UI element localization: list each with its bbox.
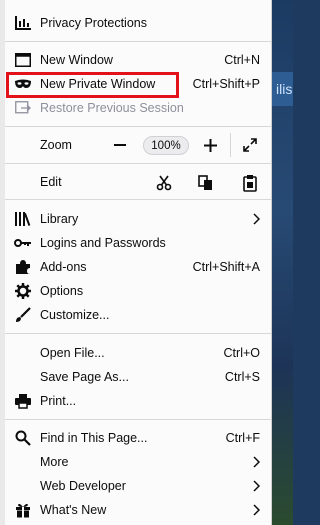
menu-item-save-page-as[interactable]: Save Page As... Ctrl+S	[5, 365, 272, 389]
menu-item-find-in-page[interactable]: Find in This Page... Ctrl+F	[5, 426, 272, 450]
menu-item-shortcut: Ctrl+Shift+A	[192, 260, 260, 274]
menu-item-customize[interactable]: Customize...	[5, 303, 272, 327]
menu-item-label: Library	[40, 212, 79, 226]
menu-item-shortcut: Ctrl+S	[224, 370, 260, 384]
menu-item-label: Add-ons	[40, 260, 87, 274]
separator	[5, 163, 271, 164]
paintbrush-icon	[14, 306, 32, 324]
chevron-right-icon	[253, 456, 260, 468]
edit-row: Edit	[5, 170, 272, 194]
menu-item-addons[interactable]: Add-ons Ctrl+Shift+A	[5, 255, 272, 279]
menu-item-label: Privacy Protections	[40, 16, 147, 30]
menu-item-label: Open File...	[40, 346, 105, 360]
menu-item-shortcut: Ctrl+N	[224, 53, 260, 67]
menu-item-label: What's New	[40, 503, 107, 517]
menu-item-new-window[interactable]: New Window Ctrl+N	[5, 48, 272, 72]
highlight-box	[6, 72, 179, 98]
app-menu-panel: Privacy Protections New Window Ctrl+N Ne…	[5, 0, 272, 525]
clipboard-icon	[243, 175, 257, 192]
chevron-right-icon	[253, 504, 260, 516]
menu-item-shortcut: Ctrl+Shift+P	[192, 77, 260, 91]
restore-session-icon	[14, 99, 32, 117]
minus-icon	[114, 144, 126, 146]
menu-item-label: More	[40, 455, 69, 469]
gift-icon	[14, 501, 32, 519]
gear-icon	[14, 282, 32, 300]
edit-label: Edit	[40, 175, 62, 189]
zoom-reset-button[interactable]: 100%	[143, 136, 189, 155]
menu-item-label: Save Page As...	[40, 370, 129, 384]
menu-item-privacy-protections[interactable]: Privacy Protections	[5, 11, 272, 35]
menu-item-shortcut: Ctrl+F	[225, 431, 260, 445]
separator	[5, 126, 271, 127]
bar-chart-icon	[14, 14, 32, 32]
zoom-in-button[interactable]	[201, 136, 219, 154]
separator	[5, 333, 271, 334]
menu-item-options[interactable]: Options	[5, 279, 272, 303]
menu-item-web-developer[interactable]: Web Developer	[5, 474, 272, 498]
search-icon	[14, 429, 32, 447]
printer-icon	[14, 392, 32, 410]
menu-item-more[interactable]: More	[5, 450, 272, 474]
copy-button[interactable]	[197, 174, 215, 192]
chevron-right-icon	[253, 213, 260, 225]
zoom-row: Zoom	[5, 133, 272, 157]
separator	[5, 419, 271, 420]
fullscreen-button[interactable]	[241, 136, 259, 154]
menu-item-library[interactable]: Library	[5, 207, 272, 231]
library-icon	[14, 210, 32, 228]
zoom-label: Zoom	[40, 138, 72, 152]
menu-item-whats-new[interactable]: What's New	[5, 498, 272, 522]
menu-item-label: Options	[40, 284, 84, 298]
zoom-divider	[230, 133, 231, 157]
new-window-icon	[14, 51, 32, 69]
separator	[5, 41, 271, 42]
menu-item-label: New Window	[40, 53, 113, 67]
background-text-fragment: ilis	[272, 72, 293, 106]
menu-item-print[interactable]: Print...	[5, 389, 272, 413]
copy-icon	[198, 175, 212, 190]
menu-item-restore-previous-session[interactable]: Restore Previous Session	[5, 96, 272, 120]
key-icon	[14, 234, 32, 252]
menu-item-label: Logins and Passwords	[40, 236, 166, 250]
puzzle-piece-icon	[14, 258, 32, 276]
menu-item-label: Restore Previous Session	[40, 101, 184, 115]
background-window-right: ilis	[272, 0, 293, 525]
menu-item-logins-and-passwords[interactable]: Logins and Passwords	[5, 231, 272, 255]
scissors-icon	[156, 175, 172, 191]
cut-button[interactable]	[155, 174, 173, 192]
zoom-out-button[interactable]	[111, 136, 129, 154]
fullscreen-icon	[243, 138, 257, 152]
paste-button[interactable]	[241, 174, 259, 192]
menu-item-label: Customize...	[40, 308, 110, 322]
plus-icon	[203, 138, 217, 152]
menu-item-label: Print...	[40, 394, 77, 408]
menu-item-open-file[interactable]: Open File... Ctrl+O	[5, 341, 272, 365]
menu-item-shortcut: Ctrl+O	[223, 346, 260, 360]
menu-item-label: Find in This Page...	[40, 431, 148, 445]
menu-item-label: Web Developer	[40, 479, 126, 493]
chevron-right-icon	[253, 480, 260, 492]
separator	[5, 199, 271, 200]
